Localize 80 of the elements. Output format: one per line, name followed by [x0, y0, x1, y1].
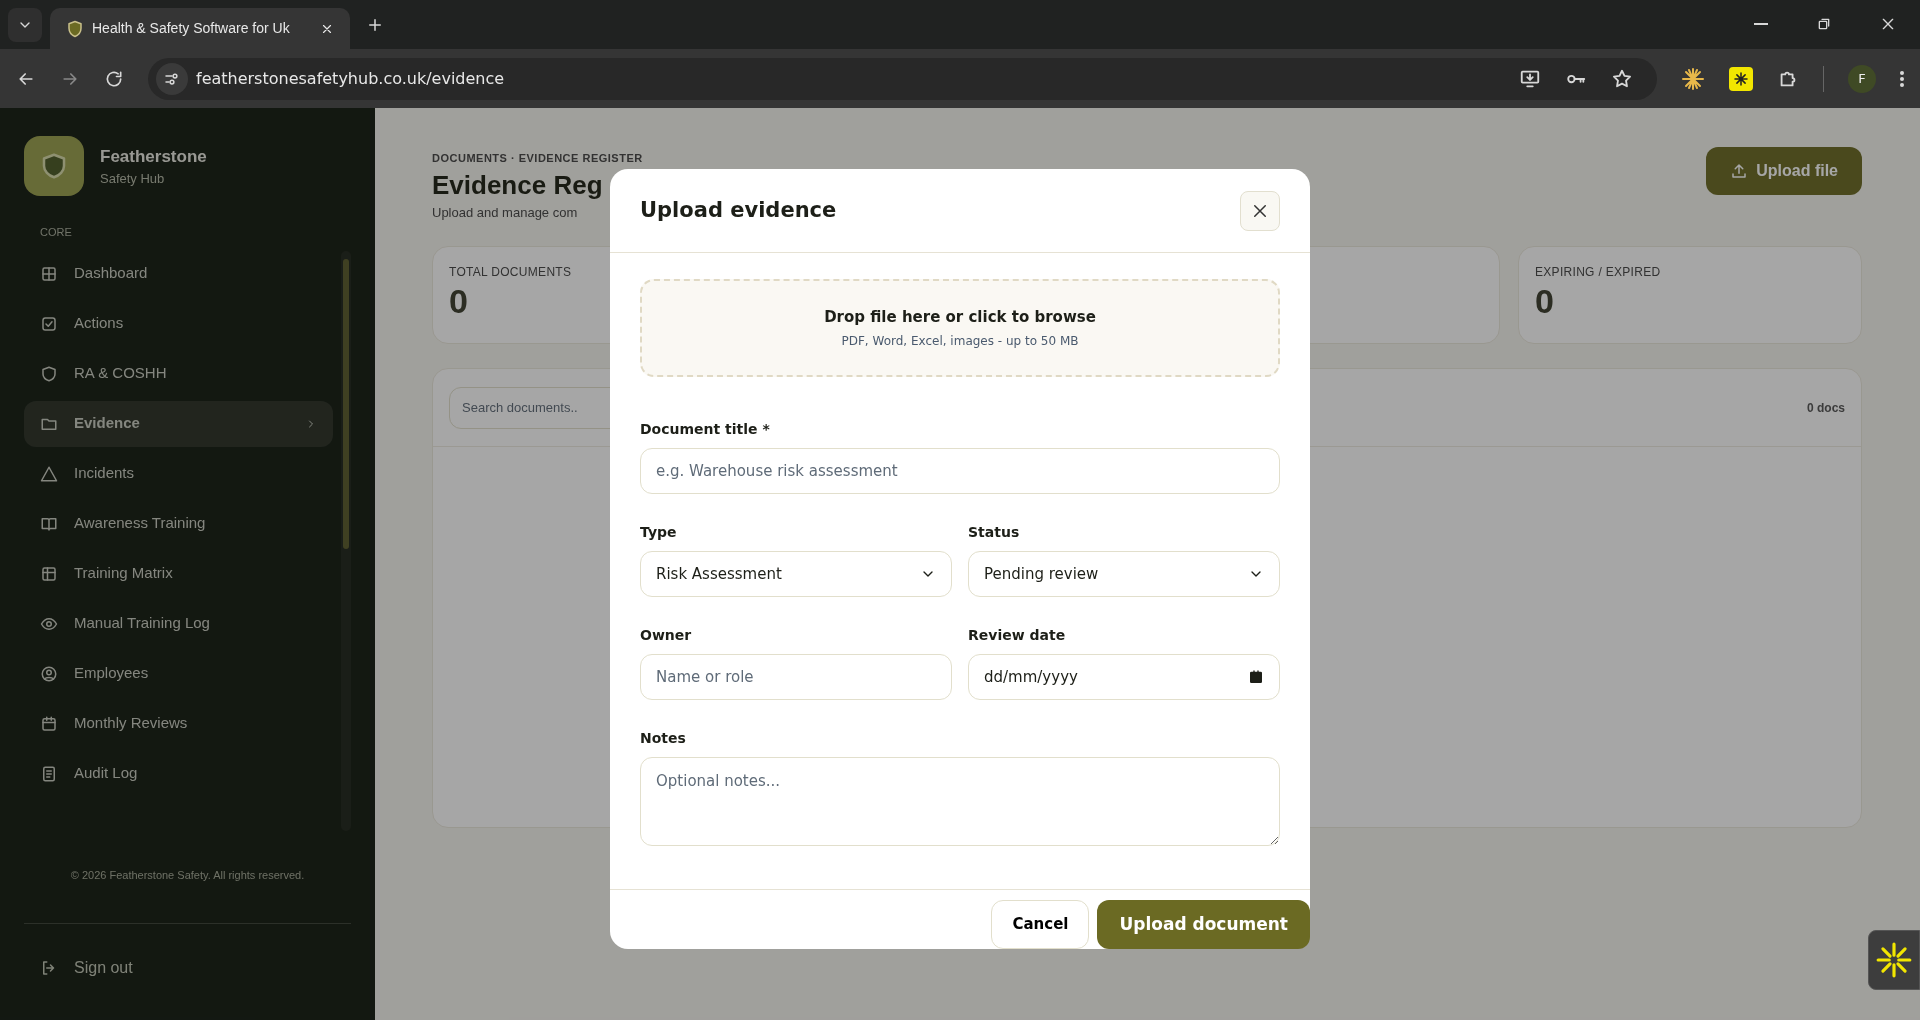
restore-icon [1816, 16, 1832, 32]
close-button[interactable] [1240, 190, 1280, 231]
field-label: Status [968, 523, 1021, 542]
sidebar-item[interactable]: Monthly Reviews [24, 700, 333, 747]
shield-icon [40, 364, 58, 383]
calendar-icon [40, 714, 58, 733]
sidebar-item[interactable]: Manual Training Log [24, 600, 333, 647]
document-icon [40, 764, 58, 783]
bookmark-button[interactable] [1611, 67, 1633, 90]
profile-avatar[interactable]: F [1848, 64, 1876, 93]
url-text: featherstonesafetyhub.co.uk/evidence [196, 67, 505, 90]
checkbox-icon [40, 314, 58, 333]
drop-zone-title: Drop file here or click to browse [824, 306, 1096, 328]
input-field[interactable]: e.g. Warehouse risk assessment [640, 448, 1280, 494]
section-label: CORE [40, 225, 73, 240]
tab-title: Health & Safety Software for Uk [92, 19, 291, 38]
stat-value: 0 [449, 281, 469, 323]
upload-icon [1730, 162, 1749, 180]
browser-tab[interactable]: Health & Safety Software for Uk [50, 8, 350, 49]
sidebar-item[interactable]: Awareness Training [24, 500, 333, 547]
sidebar-item[interactable]: Audit Log [24, 750, 333, 797]
scrollbar[interactable] [341, 250, 351, 831]
page-subtitle: Upload and manage com [432, 203, 579, 222]
table-icon [40, 564, 58, 583]
stat-label: TOTAL DOCUMENTS [449, 264, 573, 282]
tab-list-button[interactable] [8, 8, 42, 42]
calendar-icon [1248, 669, 1264, 685]
sidebar-item[interactable]: Employees [24, 650, 333, 697]
file-drop-zone[interactable]: Drop file here or click to browse PDF, Word, Excel, images - up to 50 MB [640, 279, 1280, 377]
menu-button[interactable] [1900, 70, 1904, 87]
warning-icon [40, 464, 58, 483]
field-label: Review date [968, 626, 1067, 645]
copyright-text: © 2026 Featherstone Safety. All rights reserved. [69, 867, 306, 883]
dialog-title: Upload evidence [640, 196, 837, 224]
star-icon [1611, 67, 1633, 90]
sidebar-item[interactable]: Actions [24, 300, 333, 347]
input-field[interactable]: Name or role [640, 654, 952, 700]
close-icon [1880, 16, 1896, 32]
field-label: Document title * [640, 420, 771, 439]
cancel-button[interactable]: Cancel [991, 900, 1090, 949]
date-field[interactable]: dd/mm/yyyy [968, 654, 1280, 700]
brand-name: Featherstone [100, 145, 207, 168]
document-count: 0 docs [1807, 399, 1845, 417]
asterisk-icon [1732, 69, 1750, 88]
assistant-button[interactable] [1868, 930, 1920, 990]
grid-icon [40, 264, 58, 283]
site-info-button[interactable] [156, 62, 188, 95]
close-window-button[interactable] [1880, 16, 1896, 32]
select-field[interactable]: Pending review [968, 551, 1280, 597]
shield-icon [66, 19, 84, 38]
asterisk-icon [1875, 941, 1913, 979]
minimize-icon [1754, 23, 1768, 25]
menu-dots-icon [1900, 70, 1904, 87]
sidebar-item[interactable]: Dashboard [24, 250, 333, 297]
breadcrumb: DOCUMENTS · EVIDENCE REGISTER [432, 151, 643, 166]
field-label: Type [640, 523, 678, 542]
extension-button[interactable] [1681, 66, 1705, 91]
upload-file-button[interactable]: Upload file [1706, 147, 1862, 195]
address-bar[interactable]: featherstonesafetyhub.co.uk/evidence [148, 57, 1657, 100]
sidebar-item[interactable]: Evidence [24, 400, 333, 447]
drop-zone-hint: PDF, Word, Excel, images - up to 50 MB [841, 333, 1079, 351]
plus-icon [366, 16, 384, 34]
sidebar-item[interactable]: Training Matrix [24, 550, 333, 597]
extension-button[interactable] [1729, 66, 1753, 91]
stat-label: EXPIRING / EXPIRED [1535, 264, 1662, 282]
upload-document-button[interactable]: Upload document [1097, 900, 1310, 949]
field-label: Owner [640, 626, 693, 645]
restore-button[interactable] [1816, 16, 1832, 32]
sidebar-item[interactable]: RA & COSHH [24, 350, 333, 397]
sunburst-icon [1681, 66, 1705, 91]
new-tab-button[interactable] [366, 16, 384, 34]
brand-subtitle: Safety Hub [100, 170, 166, 188]
sign-out-link[interactable]: Sign out [24, 956, 351, 980]
notes-field[interactable]: Optional notes... [640, 757, 1280, 846]
page-title: Evidence Reg [432, 168, 604, 202]
field-label: Notes [640, 729, 687, 748]
sidebar-item[interactable]: Incidents [24, 450, 333, 497]
select-field[interactable]: Risk Assessment [640, 551, 952, 597]
person-icon [40, 664, 58, 683]
stat-value: 0 [1535, 281, 1555, 323]
